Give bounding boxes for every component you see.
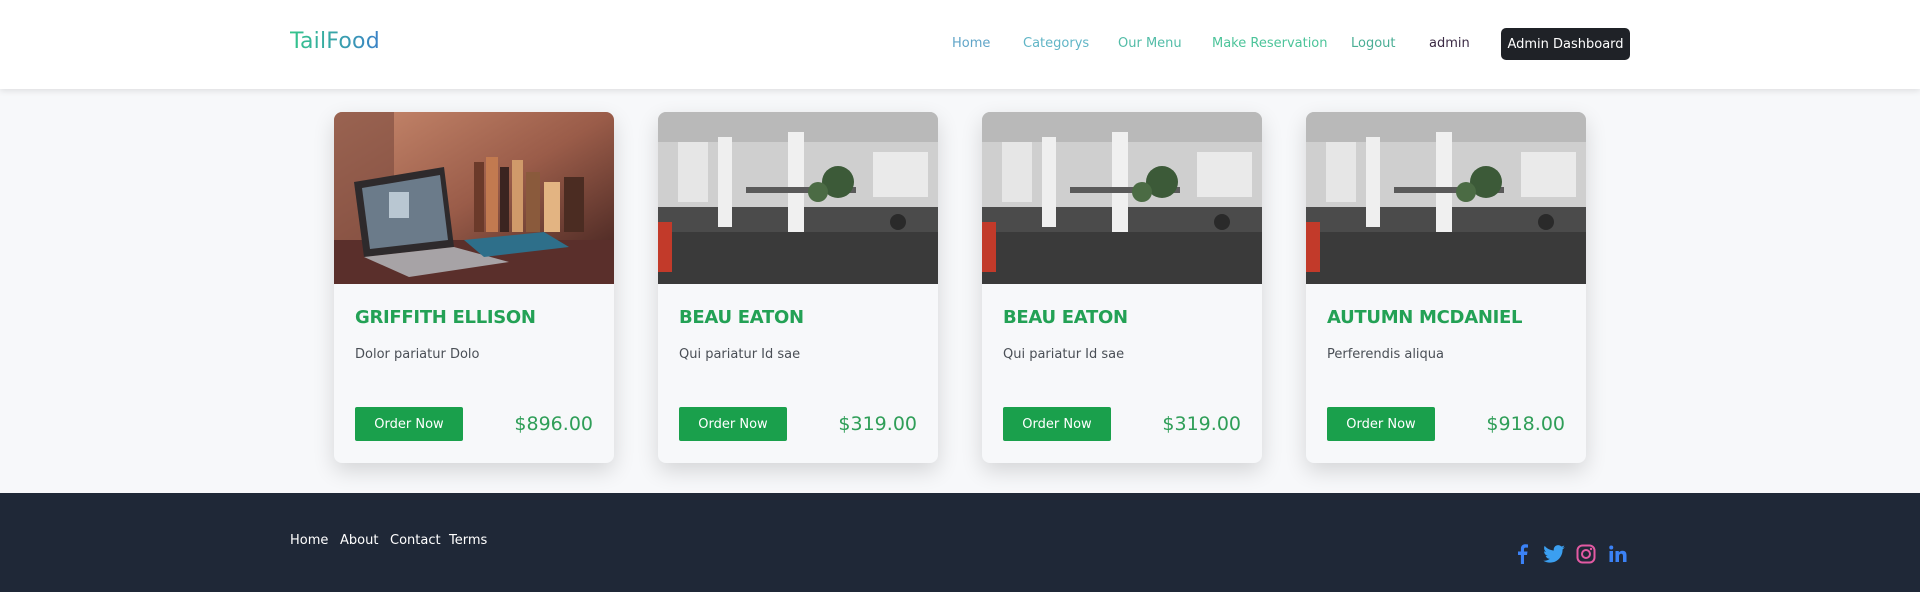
menu-card: AUTUMN MCDANIEL Perferendis aliqua Order… bbox=[1306, 112, 1586, 463]
order-now-button[interactable]: Order Now bbox=[1003, 407, 1111, 441]
instagram-icon[interactable] bbox=[1575, 543, 1597, 565]
card-description: Qui pariatur Id sae bbox=[679, 347, 801, 362]
nav-categorys-link[interactable]: Categorys bbox=[1023, 36, 1089, 51]
twitter-icon[interactable] bbox=[1543, 543, 1565, 565]
menu-card: BEAU EATON Qui pariatur Id sae Order Now… bbox=[982, 112, 1262, 463]
linkedin-icon[interactable] bbox=[1607, 543, 1629, 565]
brand-logo[interactable]: TailFood bbox=[290, 29, 380, 54]
office-interior-photo bbox=[1306, 112, 1586, 284]
card-description: Perferendis aliqua bbox=[1327, 347, 1445, 362]
admin-dashboard-button[interactable]: Admin Dashboard bbox=[1501, 28, 1630, 60]
nav-home-link[interactable]: Home bbox=[952, 36, 990, 51]
card-price: $319.00 bbox=[838, 413, 917, 435]
footer-about-link[interactable]: About bbox=[340, 533, 378, 548]
order-now-button[interactable]: Order Now bbox=[679, 407, 787, 441]
card-title: BEAU EATON bbox=[1003, 307, 1128, 328]
nav-logout-link[interactable]: Logout bbox=[1351, 36, 1396, 51]
site-footer: Home About Contact Terms bbox=[0, 493, 1920, 592]
nav-make-reservation-link[interactable]: Make Reservation bbox=[1212, 36, 1328, 51]
footer-home-link[interactable]: Home bbox=[290, 533, 328, 548]
card-price: $918.00 bbox=[1486, 413, 1565, 435]
card-price: $896.00 bbox=[514, 413, 593, 435]
card-title: GRIFFITH ELLISON bbox=[355, 307, 536, 328]
card-description: Qui pariatur Id sae bbox=[1003, 347, 1125, 362]
footer-terms-link[interactable]: Terms bbox=[449, 533, 487, 548]
card-title: BEAU EATON bbox=[679, 307, 804, 328]
footer-contact-link[interactable]: Contact bbox=[390, 533, 441, 548]
office-interior-photo bbox=[658, 112, 938, 284]
laptop-desk-photo bbox=[334, 112, 614, 284]
order-now-button[interactable]: Order Now bbox=[1327, 407, 1435, 441]
order-now-button[interactable]: Order Now bbox=[355, 407, 463, 441]
nav-our-menu-link[interactable]: Our Menu bbox=[1118, 36, 1182, 51]
card-price: $319.00 bbox=[1162, 413, 1241, 435]
top-navbar: TailFood Home Categorys Our Menu Make Re… bbox=[0, 0, 1920, 89]
current-user-label: admin bbox=[1429, 36, 1470, 51]
card-description: Dolor pariatur Dolo bbox=[355, 347, 480, 362]
office-interior-photo bbox=[982, 112, 1262, 284]
card-title: AUTUMN MCDANIEL bbox=[1327, 307, 1523, 328]
menu-card: GRIFFITH ELLISON Dolor pariatur Dolo Ord… bbox=[334, 112, 614, 463]
facebook-icon[interactable] bbox=[1511, 543, 1533, 565]
menu-card: BEAU EATON Qui pariatur Id sae Order Now… bbox=[658, 112, 938, 463]
